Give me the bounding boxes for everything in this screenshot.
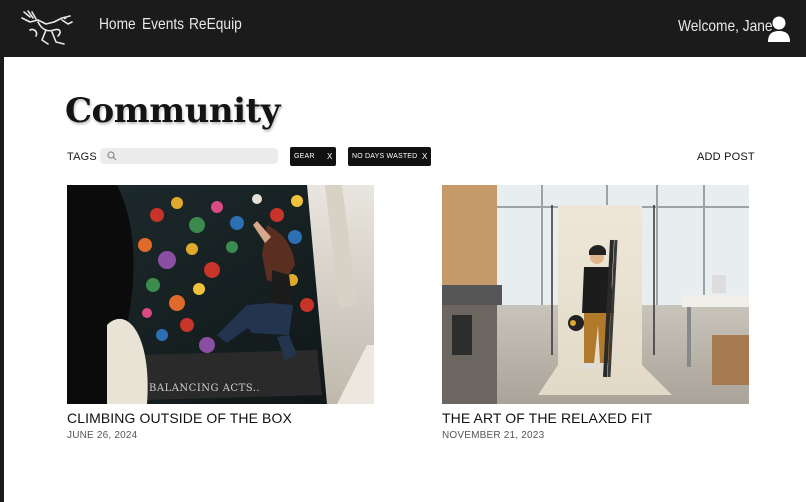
post-image-relaxed-fit[interactable] xyxy=(442,185,749,404)
search-icon xyxy=(107,151,117,161)
post-title-relaxed-fit[interactable]: THE ART OF THE RELAXED FIT xyxy=(442,410,652,426)
welcome-text: Welcome, Jane xyxy=(678,18,773,35)
post-title-climbing[interactable]: CLIMBING OUTSIDE OF THE BOX xyxy=(67,410,292,426)
tag-chip-gear: GEAR X xyxy=(290,147,336,166)
tag-search-box[interactable] xyxy=(100,148,278,164)
tag-search-input[interactable] xyxy=(122,148,272,164)
climbing-photo: BALANCING ACTS.. xyxy=(67,185,374,404)
climbing-photo-caption: BALANCING ACTS.. xyxy=(149,383,260,394)
remove-tag-no-days-wasted-button[interactable]: X xyxy=(422,152,427,161)
main-nav: Home Events ReEquip xyxy=(99,16,242,34)
chip-label: GEAR xyxy=(294,153,315,160)
page-title: Community xyxy=(65,91,281,131)
post-date-relaxed-fit: NOVEMBER 21, 2023 xyxy=(442,430,545,441)
post-image-climbing[interactable]: BALANCING ACTS.. xyxy=(67,185,374,404)
main-content: Community TAGS GEAR X NO DAYS WASTED X A… xyxy=(4,57,806,502)
tag-chip-no-days-wasted: NO DAYS WASTED X xyxy=(348,147,431,166)
add-post-button[interactable]: ADD POST xyxy=(697,151,755,163)
nav-home-link[interactable]: Home xyxy=(99,16,136,34)
studio-photo xyxy=(442,185,749,404)
tags-label: TAGS xyxy=(67,151,97,163)
top-navbar: Home Events ReEquip Welcome, Jane xyxy=(0,0,806,57)
post-date-climbing: JUNE 26, 2024 xyxy=(67,430,138,441)
nav-reequip-link[interactable]: ReEquip xyxy=(189,16,242,34)
archaeopteryx-logo-icon[interactable] xyxy=(18,8,74,48)
chip-label: NO DAYS WASTED xyxy=(352,153,418,160)
nav-events-link[interactable]: Events xyxy=(142,16,184,34)
remove-tag-gear-button[interactable]: X xyxy=(327,152,332,161)
user-icon[interactable] xyxy=(767,15,791,43)
